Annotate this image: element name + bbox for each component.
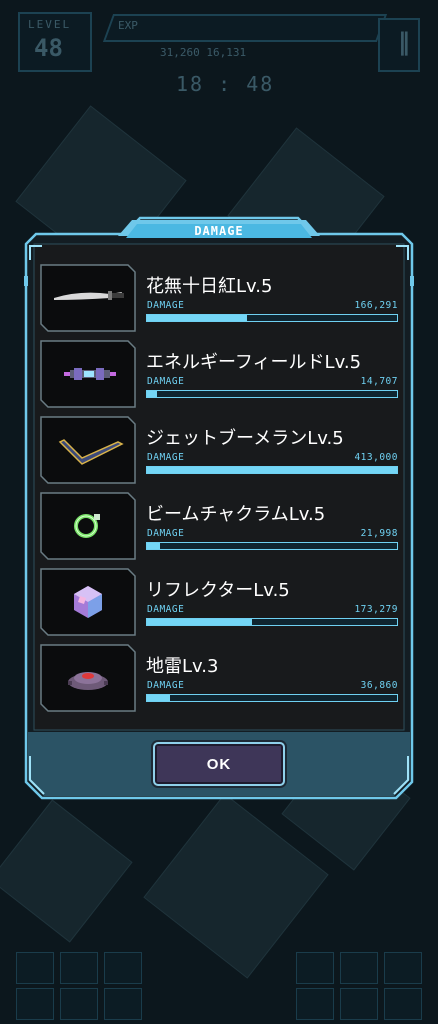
damage-row: ビームチャクラムLv.5 DAMAGE 21,998	[40, 492, 398, 560]
damage-label: DAMAGE	[147, 300, 185, 311]
damage-bar-fill	[147, 315, 247, 321]
item-name: ビームチャクラムLv.5	[146, 504, 326, 525]
item-name: リフレクターLv.5	[146, 580, 290, 601]
item-icon-frame	[40, 568, 136, 636]
damage-label: DAMAGE	[147, 604, 185, 615]
damage-bar-fill	[147, 695, 170, 701]
item-icon-frame	[40, 264, 136, 332]
item-name: 地雷Lv.3	[146, 656, 219, 677]
hud-stats: 31,260 16,131	[160, 46, 247, 59]
damage-row: 花無十日紅Lv.5 DAMAGE 166,291	[40, 264, 398, 332]
damage-bar	[146, 618, 398, 626]
item-name: 花無十日紅Lv.5	[146, 276, 273, 297]
damage-value: 173,279	[354, 604, 398, 615]
damage-label: DAMAGE	[147, 452, 185, 463]
chakram-icon	[74, 514, 100, 538]
damage-bar-fill	[147, 467, 397, 473]
pause-icon: ‖	[398, 28, 410, 56]
damage-bar	[146, 390, 398, 398]
damage-dialog: DAMAGE 花無十日紅Lv.5 DAMAGE 166,291 エネルギーフィー…	[22, 216, 416, 800]
skill-slot	[384, 952, 422, 984]
skill-slot	[60, 952, 98, 984]
skill-slot	[340, 952, 378, 984]
damage-label: DAMAGE	[147, 376, 185, 387]
damage-bar-fill	[147, 543, 160, 549]
damage-row: エネルギーフィールドLv.5 DAMAGE 14,707	[40, 340, 398, 408]
damage-value: 166,291	[354, 300, 398, 311]
damage-row: ジェットブーメランLv.5 DAMAGE 413,000	[40, 416, 398, 484]
landmine-icon	[68, 672, 108, 690]
item-icon-frame	[40, 492, 136, 560]
item-icon-frame	[40, 644, 136, 712]
damage-value: 14,707	[360, 376, 398, 387]
damage-value: 36,860	[360, 680, 398, 691]
skill-slot	[104, 952, 142, 984]
damage-bar-fill	[147, 619, 252, 625]
item-name: エネルギーフィールドLv.5	[146, 352, 362, 373]
exp-bar	[102, 14, 388, 42]
skill-slot	[60, 988, 98, 1020]
skill-slot	[296, 988, 334, 1020]
damage-bar-fill	[147, 391, 157, 397]
skill-slot	[16, 952, 54, 984]
skill-slot	[16, 988, 54, 1020]
damage-bar	[146, 466, 398, 474]
damage-row: リフレクターLv.5 DAMAGE 173,279	[40, 568, 398, 636]
timer: 18 : 48	[176, 72, 275, 96]
top-hud: LEVEL 48 EXP 31,260 16,131 18 : 48 ‖	[0, 0, 438, 110]
damage-bar	[146, 314, 398, 322]
exp-label: EXP	[118, 19, 138, 32]
item-icon-frame	[40, 416, 136, 484]
damage-value: 413,000	[354, 452, 398, 463]
item-icon-frame	[40, 340, 136, 408]
damage-row: 地雷Lv.3 DAMAGE 36,860	[40, 644, 398, 712]
damage-bar	[146, 542, 398, 550]
damage-value: 21,998	[360, 528, 398, 539]
boomerang-icon	[58, 439, 124, 465]
skill-slot	[104, 988, 142, 1020]
crystal-cube-icon	[74, 586, 102, 618]
skill-slot	[340, 988, 378, 1020]
level-value: 48	[34, 34, 63, 62]
damage-label: DAMAGE	[147, 680, 185, 691]
skill-slot	[384, 988, 422, 1020]
skill-slot	[296, 952, 334, 984]
item-name: ジェットブーメランLv.5	[146, 428, 344, 449]
ok-button[interactable]: OK	[153, 742, 285, 786]
katana-icon	[54, 291, 124, 300]
bottom-hud	[0, 944, 438, 1024]
dialog-title: DAMAGE	[194, 224, 244, 238]
damage-label: DAMAGE	[147, 528, 185, 539]
damage-bar	[146, 694, 398, 702]
level-label: LEVEL	[28, 18, 72, 31]
energy-device-icon	[64, 368, 116, 380]
